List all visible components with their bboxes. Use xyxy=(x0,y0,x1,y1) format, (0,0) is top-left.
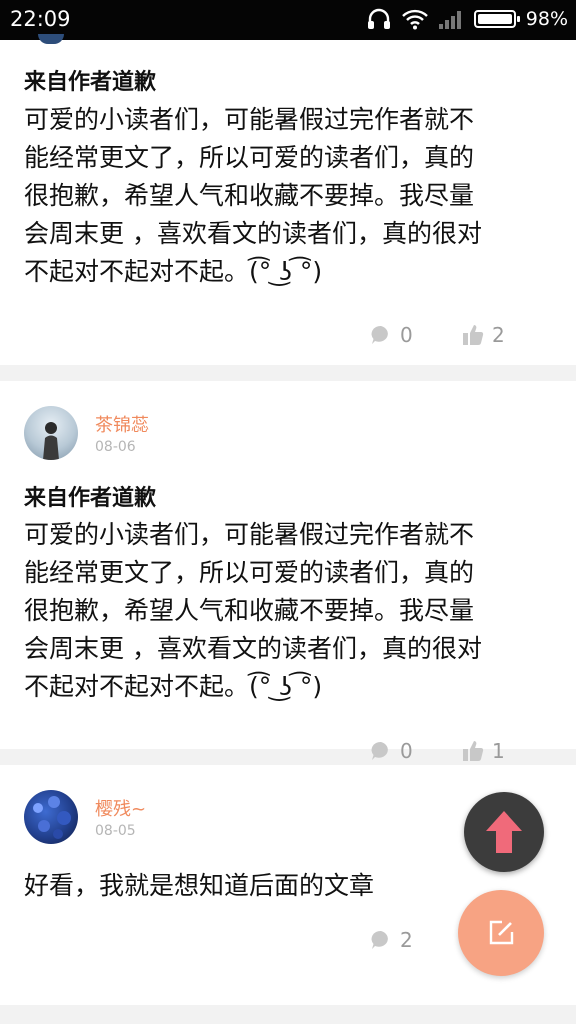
post-body-line: 会周末更 ，喜欢看文的读者们，真的很对 xyxy=(24,219,482,248)
comment-bubble-icon xyxy=(371,930,388,949)
avatar[interactable] xyxy=(24,790,78,844)
post-body-line: 不起对不起对不起。(͡° ͜ʖ ͡°) xyxy=(24,257,323,286)
comment-button[interactable]: 2 xyxy=(370,928,413,952)
post-card[interactable]: 茶锦蕊 08-06 来自作者道歉 可爱的小读者们，可能暑假过完作者就不 能经常更… xyxy=(0,381,576,763)
post-body-line: 能经常更文了，所以可爱的读者们，真的 xyxy=(24,558,475,587)
edit-icon xyxy=(489,920,514,945)
headset-icon xyxy=(367,8,390,29)
post-body-line: 可爱的小读者们，可能暑假过完作者就不 xyxy=(24,520,475,549)
avatar-image xyxy=(33,796,71,839)
battery-icon xyxy=(473,10,520,28)
comment-button[interactable]: 0 xyxy=(370,323,413,347)
like-button[interactable]: 2 xyxy=(462,323,505,347)
like-count: 1 xyxy=(492,739,505,763)
status-bar: 22:09 98% xyxy=(0,0,576,40)
avatar[interactable] xyxy=(24,406,78,460)
post-body-line: 可爱的小读者们，可能暑假过完作者就不 xyxy=(24,105,475,134)
comment-bubble-icon xyxy=(371,741,388,760)
wifi-icon xyxy=(401,9,428,30)
comment-button[interactable]: 0 xyxy=(370,739,413,763)
comment-count: 0 xyxy=(400,323,413,347)
post-body-line: 会周末更 ，喜欢看文的读者们，真的很对 xyxy=(24,634,482,663)
scroll-to-top-button[interactable] xyxy=(464,792,544,872)
post-title: 来自作者道歉 xyxy=(24,486,157,511)
comment-bubble-icon xyxy=(371,325,388,344)
post-body-line: 很抱歉，希望人气和收藏不要掉。我尽量 xyxy=(24,181,475,210)
thumbs-up-icon xyxy=(463,741,484,761)
post-title: 来自作者道歉 xyxy=(24,70,157,95)
post-body-line: 不起对不起对不起。(͡° ͜ʖ ͡°) xyxy=(24,672,323,701)
thumbs-up-icon xyxy=(463,325,484,345)
post-body: 可爱的小读者们，可能暑假过完作者就不 能经常更文了，所以可爱的读者们，真的 很抱… xyxy=(24,516,552,706)
signal-icon xyxy=(438,11,461,29)
avatar xyxy=(38,34,64,44)
compose-button[interactable] xyxy=(458,890,544,976)
status-icons: 98% xyxy=(366,7,568,31)
comment-count: 2 xyxy=(400,928,413,952)
like-button[interactable]: 1 xyxy=(462,739,505,763)
post-date: 08-06 xyxy=(95,439,136,455)
author-name[interactable]: 茶锦蕊 xyxy=(95,411,149,437)
post-body-line: 能经常更文了，所以可爱的读者们，真的 xyxy=(24,143,475,172)
post-body: 可爱的小读者们，可能暑假过完作者就不 能经常更文了，所以可爱的读者们，真的 很抱… xyxy=(24,101,552,291)
post-date: 08-05 xyxy=(95,823,136,839)
avatar-image xyxy=(43,422,59,460)
battery-percentage: 98% xyxy=(525,8,568,30)
post-card[interactable]: 来自作者道歉 可爱的小读者们，可能暑假过完作者就不 能经常更文了，所以可爱的读者… xyxy=(0,34,576,365)
status-time: 22:09 xyxy=(10,7,71,31)
arrow-up-icon xyxy=(486,811,522,853)
post-body-line: 很抱歉，希望人气和收藏不要掉。我尽量 xyxy=(24,596,475,625)
like-count: 2 xyxy=(492,323,505,347)
comment-count: 0 xyxy=(400,739,413,763)
author-name[interactable]: 樱残~ xyxy=(95,795,146,821)
